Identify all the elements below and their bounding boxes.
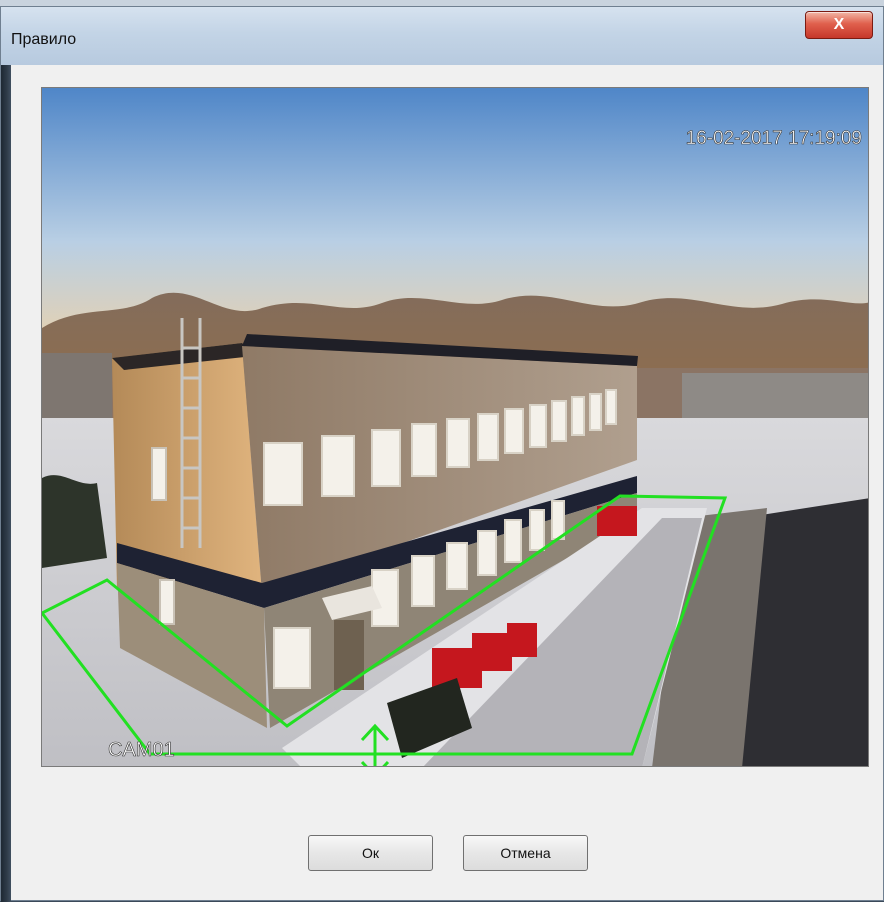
- camera-timestamp: 16-02-2017 17:19:09: [686, 128, 862, 149]
- close-icon: X: [833, 16, 845, 33]
- title-bar[interactable]: Правило X: [1, 7, 883, 66]
- camera-view[interactable]: 16-02-2017 17:19:09 CAM01: [41, 87, 869, 767]
- dialog-client-area: 16-02-2017 17:19:09 CAM01 Ок Отмена: [11, 65, 883, 900]
- rule-dialog: Правило X 16-02-2017 17:19:09 CAM01 Ок О…: [0, 6, 884, 902]
- camera-frame: 16-02-2017 17:19:09 CAM01: [42, 88, 868, 766]
- close-button[interactable]: X: [805, 11, 873, 39]
- ok-button[interactable]: Ок: [308, 835, 433, 871]
- shrubs: [42, 475, 107, 568]
- cancel-button[interactable]: Отмена: [463, 835, 588, 871]
- window-title: Правило: [11, 31, 77, 48]
- entrance-door: [334, 620, 364, 690]
- window-left-edge: [1, 65, 11, 902]
- camera-name: CAM01: [108, 739, 175, 761]
